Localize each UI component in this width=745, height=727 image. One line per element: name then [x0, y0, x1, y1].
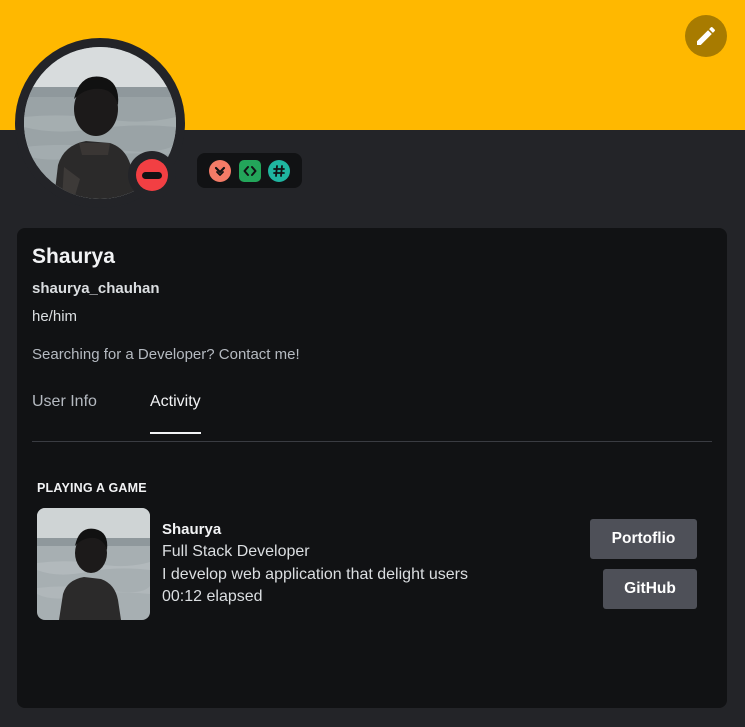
activity-state: I develop web application that delight u… — [162, 566, 468, 583]
activity-details: Full Stack Developer — [162, 543, 310, 560]
github-button[interactable]: GitHub — [603, 569, 697, 609]
activity-elapsed: 00:12 elapsed — [162, 588, 263, 605]
active-developer-icon[interactable] — [238, 159, 261, 182]
pronouns: he/him — [32, 308, 78, 325]
hashtag-icon[interactable] — [268, 159, 291, 182]
activity-name: Shaurya — [162, 521, 222, 538]
username[interactable]: shaurya_chauhan — [32, 280, 160, 297]
profile-card: Shaurya shaurya_chauhan he/him Searching… — [17, 228, 727, 708]
nitro-chevron-icon[interactable] — [208, 159, 231, 182]
portfolio-button[interactable]: Portoflio — [590, 519, 697, 559]
display-name: Shaurya — [32, 245, 115, 268]
do-not-disturb-icon — [136, 159, 168, 191]
pencil-icon — [697, 26, 715, 45]
tab-divider — [32, 441, 712, 442]
tab-activity[interactable]: Activity — [150, 393, 201, 434]
edit-profile-button[interactable] — [685, 15, 727, 57]
activity-image[interactable] — [37, 508, 150, 620]
bio: Searching for a Developer? Contact me! — [32, 346, 300, 363]
badge-list — [197, 153, 302, 188]
status-indicator — [128, 151, 176, 199]
tab-user-info[interactable]: User Info — [32, 393, 97, 432]
activity-heading: PLAYING A GAME — [37, 481, 147, 495]
